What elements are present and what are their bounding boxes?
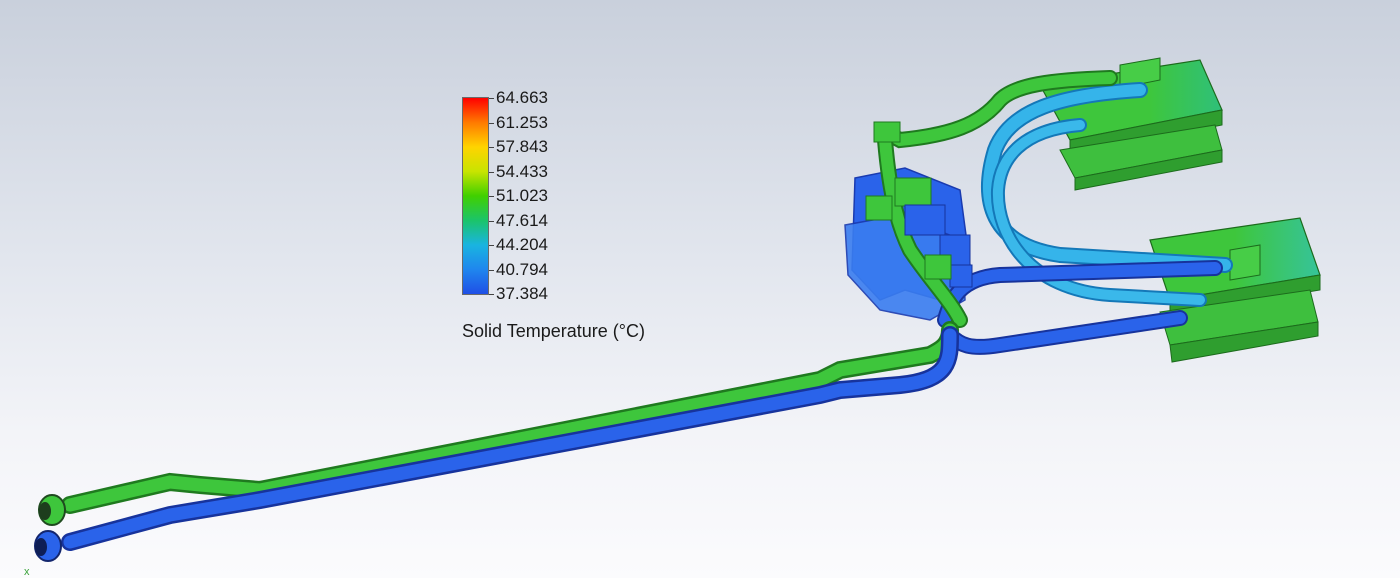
legend-title: Solid Temperature (°C): [462, 321, 645, 341]
color-scale-bar: [462, 97, 489, 295]
legend-tick-mark: [489, 147, 494, 148]
legend-tick-label: 44.204: [496, 235, 548, 254]
legend-tick-label: 64.663: [496, 88, 548, 107]
legend-tick-label: 37.384: [496, 284, 548, 303]
axis-triad-icon: x: [24, 566, 30, 578]
legend-tick-label: 57.843: [496, 137, 548, 156]
legend-tick-label: 47.614: [496, 210, 548, 230]
inlet-connectors: [34, 494, 66, 562]
legend-tick-mark: [489, 245, 494, 246]
cfd-viewport[interactable]: 64.663 61.253 57.843 54.433 51.023 47.614 44.2…: [0, 0, 1400, 578]
legend-tick-mark: [489, 269, 494, 271]
legend-tick-label: 51.023: [496, 186, 548, 205]
legend-tick-mark: [489, 220, 494, 222]
legend-tick-mark: [489, 171, 494, 173]
legend-tick-mark: [489, 98, 494, 99]
legend-tick-label: 61.253: [496, 112, 548, 132]
lower-cold-plate: [1149, 217, 1321, 363]
main-supply-line: [61, 321, 959, 514]
legend-tick-mark: [489, 196, 494, 197]
temperature-legend: 64.663 61.253 57.843 54.433 51.023 47.614 44.2…: [462, 89, 702, 355]
legend-tick-mark: [489, 122, 494, 124]
legend-tick-label: 40.794: [496, 259, 548, 279]
legend-tick-mark: [489, 294, 494, 295]
legend-tick-label: 54.433: [496, 161, 548, 181]
